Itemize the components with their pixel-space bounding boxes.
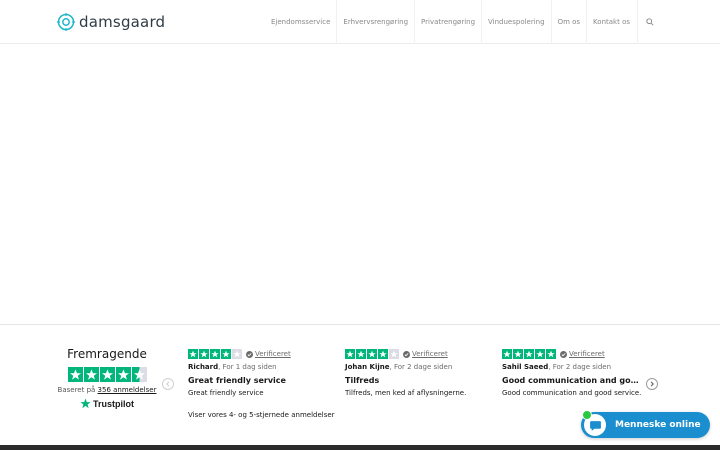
trustpilot-rating-word: Fremragende (67, 347, 147, 361)
star-icon (367, 349, 377, 359)
chat-widget-button[interactable]: Menneske online (581, 410, 710, 438)
star-icon (210, 349, 220, 359)
review-date: , For 2 dage siden (389, 363, 453, 371)
review-text: Great friendly service (188, 389, 264, 397)
star-icon (188, 349, 198, 359)
star-icon (131, 367, 147, 382)
trustpilot-star-icon (80, 398, 91, 409)
star-icon (389, 349, 399, 359)
chat-bubble-icon (582, 410, 606, 436)
trustpilot-brand: Trustpilot (93, 398, 134, 409)
chat-label: Menneske online (615, 420, 701, 430)
chevron-right-icon (650, 381, 654, 387)
review-card: Verificeret Sahil Saeed, For 2 dage side… (502, 349, 642, 397)
star-icon (546, 349, 556, 359)
nav-item-ejendomsservice[interactable]: Ejendomsservice (265, 0, 336, 44)
star-icon (535, 349, 545, 359)
nav-item-vinduespolering[interactable]: Vinduespolering (481, 0, 551, 44)
search-button[interactable] (637, 0, 662, 44)
check-circle-icon (246, 350, 253, 358)
star-icon (378, 349, 388, 359)
star-icon (524, 349, 534, 359)
based-on-prefix: Baseret på (57, 386, 96, 394)
star-icon (356, 349, 366, 359)
review-title[interactable]: Tilfreds (345, 376, 485, 385)
chevron-left-icon (166, 381, 170, 387)
verified-label: Verificeret (569, 350, 605, 358)
review-title[interactable]: Great friendly service (188, 376, 328, 385)
review-text: Tilfreds, men ked af aflysningerne. (345, 389, 467, 397)
review-date: , For 1 dag siden (218, 363, 277, 371)
trustpilot-summary-stars (67, 367, 147, 382)
verified-label: Verificeret (412, 350, 448, 358)
nav-item-om-os[interactable]: Om os (550, 0, 586, 44)
review-meta: Sahil Saeed, For 2 dage siden (502, 363, 642, 371)
review-count-link[interactable]: 356 anmeldelser (98, 386, 157, 394)
star-icon (345, 349, 355, 359)
star-icon (199, 349, 209, 359)
star-icon (513, 349, 523, 359)
review-date: , For 2 dage siden (548, 363, 612, 371)
review-meta: Richard, For 1 dag siden (188, 363, 328, 371)
star-icon (232, 349, 242, 359)
online-indicator (582, 410, 592, 420)
carousel-prev-button[interactable] (162, 378, 174, 390)
star-icon (83, 367, 99, 382)
review-author: Johan Kijne (345, 363, 390, 371)
nav-item-privatrengoring[interactable]: Privatrengøring (414, 0, 481, 44)
nav-item-erhvervsrengoring[interactable]: Erhvervsrengøring (336, 0, 414, 44)
search-icon (646, 18, 654, 26)
trustpilot-footnote: Viser vores 4- og 5-stjernede anmeldelse… (188, 411, 335, 419)
star-icon (67, 367, 83, 382)
site-header: damsgaard Ejendomsservice Erhvervsrengør… (0, 0, 720, 44)
star-icon (115, 367, 131, 382)
review-meta: Johan Kijne, For 2 dage siden (345, 363, 485, 371)
verified-badge[interactable]: Verificeret (560, 350, 605, 358)
check-circle-icon (403, 350, 410, 358)
star-icon (502, 349, 512, 359)
logo-text: damsgaard (79, 13, 166, 31)
review-card: Verificeret Richard, For 1 dag siden Gre… (188, 349, 328, 397)
main-nav: Ejendomsservice Erhvervsrengøring Privat… (265, 0, 720, 44)
verified-badge[interactable]: Verificeret (246, 350, 291, 358)
review-text: Good communication and good service. (502, 389, 642, 397)
trustpilot-summary: Fremragende Baseret på 356 anmeldelser T… (57, 347, 157, 409)
review-author: Richard (188, 363, 219, 371)
review-stars (345, 349, 399, 359)
hero-area (0, 44, 720, 325)
footer-bar (0, 445, 720, 450)
star-icon (221, 349, 231, 359)
review-author: Sahil Saeed (502, 363, 549, 371)
review-stars (188, 349, 242, 359)
review-stars (502, 349, 556, 359)
review-title[interactable]: Good communication and good service. (502, 376, 642, 385)
logo[interactable]: damsgaard (57, 11, 165, 33)
verified-label: Verificeret (255, 350, 291, 358)
trustpilot-based-on: Baseret på 356 anmeldelser (57, 386, 157, 394)
logo-icon (57, 13, 75, 31)
check-circle-icon (560, 350, 567, 358)
review-card: Verificeret Johan Kijne, For 2 dage side… (345, 349, 485, 397)
chat-icon (589, 420, 601, 431)
nav-item-kontakt-os[interactable]: Kontakt os (586, 0, 636, 44)
carousel-next-button[interactable] (646, 378, 658, 390)
star-icon (99, 367, 115, 382)
verified-badge[interactable]: Verificeret (403, 350, 448, 358)
trustpilot-logo[interactable]: Trustpilot (57, 398, 157, 409)
